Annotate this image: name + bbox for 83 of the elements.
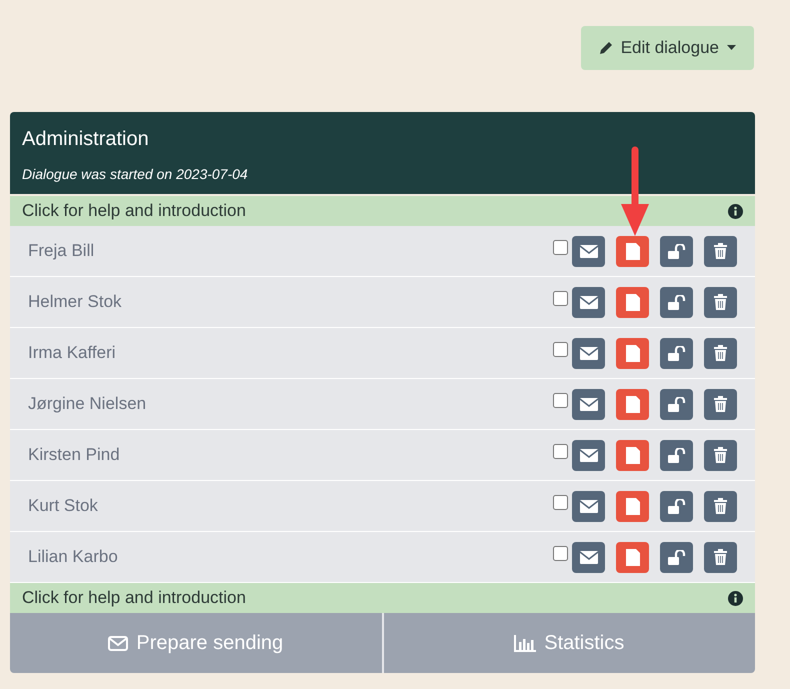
participant-name: Freja Bill [28, 240, 96, 262]
email-button[interactable] [572, 236, 605, 266]
email-button[interactable] [572, 440, 605, 470]
participant-name: Kurt Stok [28, 495, 99, 518]
delete-button[interactable] [704, 338, 737, 368]
info-icon [728, 590, 743, 606]
participant-name: Helmer Stok [28, 291, 123, 314]
select-checkbox[interactable] [553, 290, 568, 306]
help-bar[interactable]: Click for help and introduction [10, 583, 755, 613]
document-icon [626, 548, 640, 566]
help-text: Click for help and introduction [22, 200, 246, 222]
unlock-button[interactable] [660, 236, 693, 266]
padlock-icon [668, 244, 686, 258]
unlock-button[interactable] [660, 286, 693, 318]
unlock-button[interactable] [660, 388, 693, 420]
trash-icon [714, 345, 727, 361]
padlock-icon [668, 346, 686, 360]
delete-button[interactable] [704, 542, 737, 572]
envelope-icon [580, 244, 598, 258]
envelope-icon [580, 346, 598, 360]
document-button[interactable] [616, 542, 649, 572]
unlock-button[interactable] [660, 338, 693, 368]
document-button[interactable] [616, 388, 649, 420]
email-button[interactable] [572, 542, 605, 572]
unlock-button[interactable] [660, 542, 693, 572]
document-icon [626, 498, 640, 514]
padlock-icon [668, 396, 686, 412]
trash-icon [714, 396, 727, 412]
participant-name: Irma Kafferi [28, 342, 117, 364]
trash-icon [714, 243, 727, 259]
select-checkbox[interactable] [553, 444, 568, 458]
trash-icon [714, 498, 727, 514]
document-button[interactable] [616, 490, 649, 522]
panel-subtitle: Dialogue was started on 2023-07-04 [22, 165, 249, 184]
envelope-icon [108, 636, 128, 650]
document-button[interactable] [616, 236, 649, 266]
unlock-button[interactable] [660, 490, 693, 522]
delete-button[interactable] [704, 236, 737, 266]
participant-name: Jørgine Nielsen [28, 393, 148, 416]
document-icon [626, 396, 640, 412]
select-checkbox[interactable] [553, 240, 568, 254]
panel-title: Administration [22, 127, 150, 152]
email-button[interactable] [572, 388, 605, 420]
padlock-icon [668, 550, 686, 564]
padlock-icon [668, 294, 686, 310]
delete-button[interactable] [704, 286, 737, 318]
document-icon [626, 242, 640, 260]
document-icon [626, 294, 640, 310]
delete-button[interactable] [704, 388, 737, 420]
bar-chart-icon [514, 634, 536, 652]
document-icon [626, 446, 640, 464]
document-button[interactable] [616, 338, 649, 368]
select-checkbox[interactable] [553, 494, 568, 510]
help-bar[interactable]: Click for help and introduction [10, 196, 755, 226]
email-button[interactable] [572, 490, 605, 522]
email-button[interactable] [572, 286, 605, 318]
envelope-icon [580, 398, 598, 410]
edit-dialogue-button[interactable]: Edit dialogue [580, 26, 754, 70]
participant-name: Lilian Karbo [28, 546, 119, 568]
envelope-icon [580, 550, 598, 564]
delete-button[interactable] [704, 440, 737, 470]
document-button[interactable] [616, 440, 649, 470]
select-checkbox[interactable] [553, 342, 568, 356]
delete-button[interactable] [704, 490, 737, 522]
caret-icon [727, 45, 736, 51]
envelope-icon [580, 296, 598, 308]
envelope-icon [580, 448, 598, 462]
trash-icon [714, 294, 727, 310]
info-icon [728, 204, 743, 218]
document-button[interactable] [616, 286, 649, 318]
trash-icon [714, 447, 727, 463]
padlock-icon [668, 448, 686, 462]
unlock-button[interactable] [660, 440, 693, 470]
envelope-icon [580, 500, 598, 512]
select-checkbox[interactable] [553, 546, 568, 560]
select-checkbox[interactable] [553, 392, 568, 408]
participant-name: Kirsten Pind [28, 444, 121, 466]
help-text: Click for help and introduction [22, 587, 246, 610]
trash-icon [714, 549, 727, 565]
email-button[interactable] [572, 338, 605, 368]
pencil-icon [598, 41, 613, 55]
document-icon [626, 344, 640, 362]
padlock-icon [668, 498, 686, 514]
